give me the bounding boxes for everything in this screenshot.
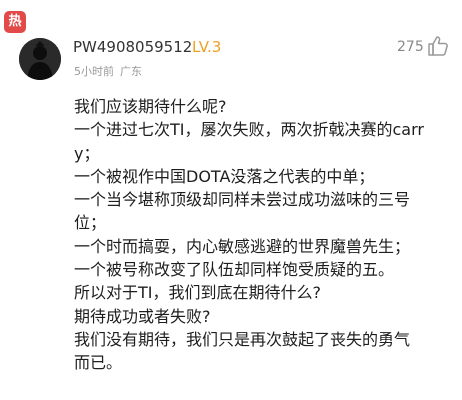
- thumbs-up-icon[interactable]: [426, 34, 450, 58]
- username[interactable]: PW4908059512: [73, 37, 192, 57]
- comment-time: 5小时前: [74, 65, 114, 78]
- comment-line: 我们没有期待，我们只是再次鼓起了丧失的勇气: [74, 329, 411, 349]
- user-level-badge: LV.3: [192, 38, 222, 56]
- comment-line: 位；: [74, 213, 107, 233]
- avatar[interactable]: [19, 38, 61, 80]
- comment-line: 一个进过七次TI，屡次失败，两次折戟决赛的carr: [74, 120, 424, 140]
- comment-body: 我们应该期待什么呢? 一个进过七次TI，屡次失败，两次折戟决赛的carr y； …: [74, 95, 458, 375]
- avatar-silhouette-icon: [19, 38, 61, 80]
- comment-line: 而已。: [74, 353, 123, 373]
- comment-line: 一个被视作中国DOTA没落之代表的中单；: [74, 166, 375, 186]
- comment-line: y；: [74, 143, 100, 163]
- hot-badge: 热: [4, 11, 26, 33]
- comment-location: 广东: [120, 65, 142, 78]
- comment-line: 一个被号称改变了队伍却同样饱受质疑的五。: [74, 260, 395, 280]
- comment-line: 一个时而搞耍，内心敏感逃避的世界魔兽先生；: [74, 236, 411, 256]
- comment-line: 期待成功或者失败?: [74, 306, 211, 326]
- like-count: 275: [397, 39, 424, 55]
- comment-meta: 5小时前 广东: [74, 64, 142, 80]
- comment-line: 一个当今堪称顶级却同样未尝过成功滋味的三号: [74, 190, 411, 210]
- comment-line: 我们应该期待什么呢?: [74, 97, 227, 116]
- comment-line: 所以对于TI，我们到底在期待什么?: [74, 283, 321, 303]
